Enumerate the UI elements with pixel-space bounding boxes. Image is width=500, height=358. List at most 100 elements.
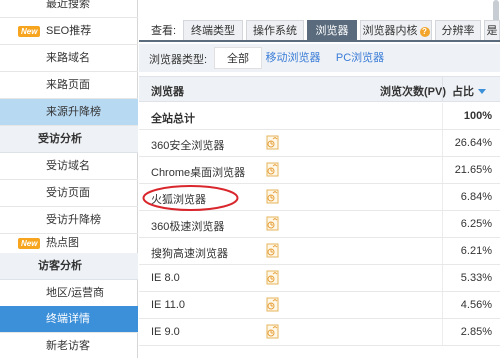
table-row: IE 8.0 5.33% (139, 265, 500, 292)
trend-chart-icon[interactable] (266, 324, 279, 339)
row-name[interactable]: IE 9.0 (151, 326, 180, 338)
row-share: 5.33% (460, 272, 492, 284)
filter-pc-button[interactable]: PC浏览器 (329, 47, 391, 69)
filter-option-label: 全部 (227, 53, 249, 65)
row-name[interactable]: IE 11.0 (151, 299, 185, 311)
row-share: 26.64% (454, 137, 492, 149)
sidebar-item-region-isp[interactable]: 地区/运营商 (0, 280, 138, 307)
sidebar-item-label: 受访页面 (46, 187, 90, 199)
sidebar-item-referrer-domain[interactable]: 来路域名 (0, 45, 138, 72)
sidebar-item-visited-page[interactable]: 受访页面 (0, 180, 138, 207)
sidebar-item-label: 新老访客 (46, 340, 90, 352)
trend-chart-icon[interactable] (266, 297, 279, 312)
browser-type-filter: 浏览器类型: 全部 移动浏览器 PC浏览器 (139, 44, 500, 72)
row-share: 4.56% (460, 299, 492, 311)
column-divider (442, 319, 443, 345)
sidebar-item-label: 热点图 (46, 237, 79, 249)
new-badge: New (18, 26, 41, 37)
sidebar-item-visited-domain[interactable]: 受访域名 (0, 153, 138, 180)
sidebar-section-visitor[interactable]: 访客分析 (0, 253, 138, 280)
row-name[interactable]: 360极速浏览器 (151, 218, 224, 234)
trend-chart-icon[interactable] (266, 189, 279, 204)
sidebar-item-label: 最近搜索 (46, 0, 90, 10)
row-share: 6.25% (460, 218, 492, 230)
table-header: 浏览器 浏览次数(PV) 占比 (139, 76, 500, 102)
column-divider (442, 77, 443, 101)
column-header-browser[interactable]: 浏览器 (151, 83, 184, 99)
main-panel: 查看: 终端类型 操作系统 浏览器 浏览器内核? 分辨率 是 浏览器类型: 全部… (139, 0, 500, 358)
filter-mobile-button[interactable]: 移动浏览器 (265, 47, 321, 69)
sidebar-item-new-returning[interactable]: 新老访客 (0, 333, 138, 358)
trend-chart-icon[interactable] (266, 270, 279, 285)
table-row: IE 9.0 2.85% (139, 319, 500, 346)
trend-chart-icon[interactable] (266, 216, 279, 231)
row-share: 2.85% (460, 326, 492, 338)
tab-terminal-type[interactable]: 终端类型 (183, 20, 243, 40)
row-name[interactable]: Chrome桌面浏览器 (151, 164, 245, 180)
sidebar-section-label: 受访分析 (38, 133, 82, 145)
column-divider (442, 238, 443, 264)
row-name[interactable]: 360安全浏览器 (151, 137, 224, 153)
trend-chart-icon[interactable] (266, 135, 279, 150)
column-divider (442, 211, 443, 237)
sidebar-item-label: 终端详情 (46, 313, 90, 325)
table-row: 360极速浏览器 6.25% (139, 211, 500, 238)
tab-label: 是 (486, 25, 498, 37)
column-divider (442, 265, 443, 291)
column-divider (442, 184, 443, 210)
row-name[interactable]: 搜狗高速浏览器 (151, 245, 228, 261)
tab-browser-engine[interactable]: 浏览器内核? (360, 20, 432, 40)
table-row: IE 11.0 4.56% (139, 292, 500, 319)
trend-chart-icon[interactable] (266, 243, 279, 258)
column-header-share-label: 占比 (452, 86, 474, 98)
filter-option-label: PC浏览器 (335, 52, 385, 64)
filter-option-label: 移动浏览器 (265, 52, 321, 64)
column-header-pageviews[interactable]: 浏览次数(PV) (380, 83, 446, 99)
sidebar-item-seo[interactable]: New SEO推荐 (0, 18, 138, 45)
view-label: 查看: (151, 25, 177, 37)
sidebar-item-label: 来源升降榜 (46, 106, 101, 118)
annotation-ellipse-icon (142, 185, 239, 211)
sidebar-item-label: SEO推荐 (46, 25, 92, 37)
tab-more[interactable]: 是 (484, 20, 500, 40)
sidebar-item-label: 受访升降榜 (46, 214, 101, 226)
column-divider (442, 130, 443, 156)
sort-desc-icon[interactable] (478, 89, 486, 94)
filter-label: 浏览器类型: (149, 54, 208, 66)
sidebar-item-terminal-details[interactable]: 终端详情 (0, 306, 138, 333)
row-share: 6.21% (460, 245, 492, 257)
row-share: 6.84% (460, 191, 492, 203)
sidebar-section-label: 访客分析 (38, 260, 82, 272)
tab-resolution[interactable]: 分辨率 (435, 20, 481, 40)
new-badge: New (18, 238, 41, 249)
sidebar-item-label: 来路页面 (46, 79, 90, 91)
tab-label: 终端类型 (191, 25, 235, 37)
filter-all-button[interactable]: 全部 (214, 47, 262, 69)
column-divider (442, 103, 443, 129)
column-divider (442, 157, 443, 183)
tab-browser[interactable]: 浏览器 (307, 20, 357, 40)
help-icon[interactable]: ? (419, 27, 430, 37)
trend-chart-icon[interactable] (266, 162, 279, 177)
tab-label: 浏览器 (315, 25, 349, 37)
table-row: 360安全浏览器 26.64% (139, 130, 500, 157)
sidebar: 最近搜索 New SEO推荐 来路域名 来路页面 来源升降榜 受访分析 受访域名… (0, 0, 138, 358)
column-divider (442, 292, 443, 318)
table-row-total: 全站总计 100% (139, 103, 500, 130)
tab-label: 浏览器内核 (362, 25, 418, 37)
sidebar-item-label: 地区/运营商 (46, 287, 105, 299)
table-row: Chrome桌面浏览器 21.65% (139, 157, 500, 184)
row-name[interactable]: IE 8.0 (151, 272, 180, 284)
row-name: 全站总计 (151, 113, 195, 125)
sidebar-item-referrer-page[interactable]: 来路页面 (0, 72, 138, 99)
tab-os[interactable]: 操作系统 (246, 20, 304, 40)
column-header-share[interactable]: 占比 (452, 83, 486, 99)
tab-label: 分辨率 (441, 25, 475, 37)
sidebar-section-visited[interactable]: 受访分析 (0, 126, 138, 153)
row-share: 21.65% (454, 164, 492, 176)
sidebar-item-label: 来路域名 (46, 52, 90, 64)
sidebar-item-source-ranking[interactable]: 来源升降榜 (0, 99, 138, 126)
row-share: 100% (463, 110, 492, 122)
table-row: 搜狗高速浏览器 6.21% (139, 238, 500, 265)
sidebar-item-recent-search[interactable]: 最近搜索 (0, 0, 138, 18)
